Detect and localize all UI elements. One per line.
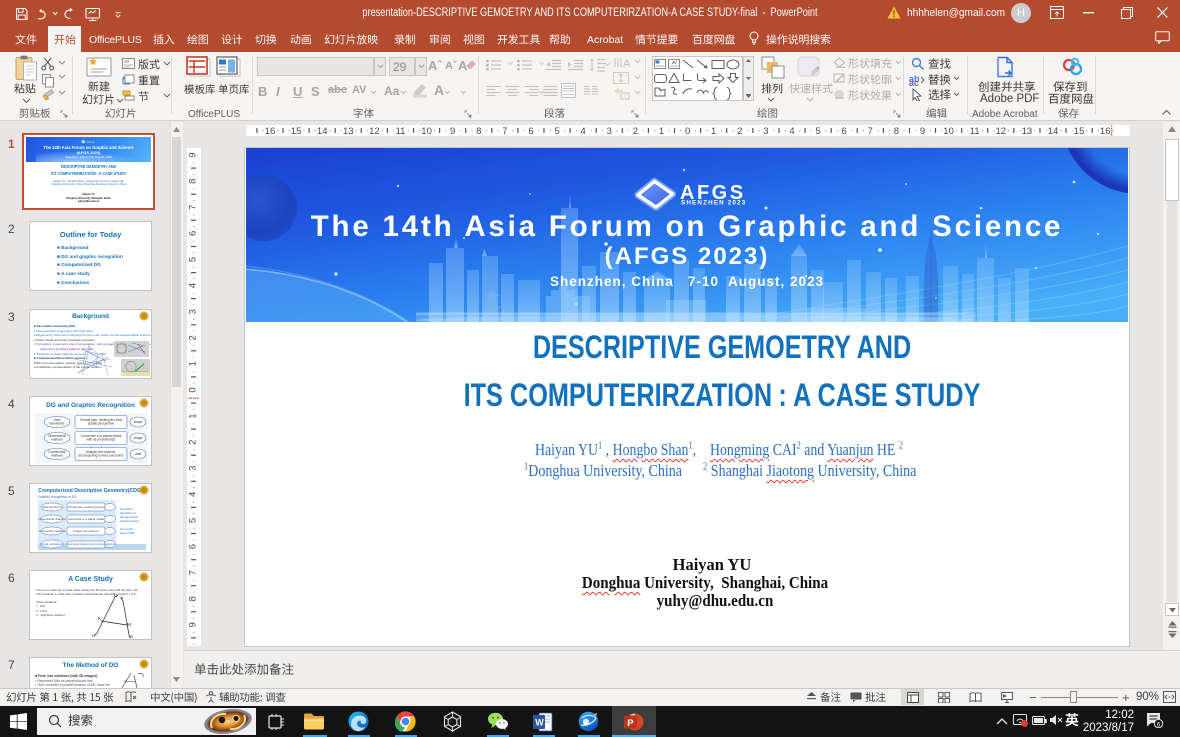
svg-text:1: 1 <box>188 361 199 366</box>
svg-text:16: 16 <box>1100 126 1111 136</box>
svg-text:14: 14 <box>1048 126 1059 136</box>
svg-text:15: 15 <box>1074 126 1085 136</box>
svg-text:3: 3 <box>188 309 199 314</box>
svg-text:11: 11 <box>395 126 405 136</box>
svg-text:A: A <box>623 58 631 69</box>
svg-text:4: 4 <box>188 492 199 497</box>
svg-text:M: M <box>127 622 131 627</box>
svg-text:2: 2 <box>188 440 199 445</box>
svg-text:3: 3 <box>763 126 768 136</box>
svg-text:2: 2 <box>188 335 199 340</box>
svg-text:4: 4 <box>789 126 794 136</box>
svg-text:0: 0 <box>188 387 199 392</box>
svg-text:Constructive relations: Constructive relations <box>39 529 66 533</box>
svg-text:B: B <box>130 634 133 639</box>
svg-text:4: 4 <box>188 283 199 288</box>
svg-text:3: 3 <box>606 126 611 136</box>
svg-text:Dimensional relations: Dimensional relations <box>39 517 66 521</box>
svg-text:shape: shape <box>134 420 143 424</box>
svg-text:2: 2 <box>737 126 742 136</box>
svg-text:6: 6 <box>188 231 199 236</box>
svg-text:Analyze the essence: Analyze the essence <box>73 529 99 533</box>
svg-text:K: K <box>98 616 102 621</box>
svg-text:9: 9 <box>450 126 455 136</box>
svg-text:1: 1 <box>188 413 199 418</box>
svg-text:4: 4 <box>580 126 585 136</box>
svg-text:10: 10 <box>421 126 432 136</box>
svg-text:transformation: transformation <box>120 519 140 523</box>
svg-text:13: 13 <box>343 126 354 136</box>
svg-text:View transforms: View transforms <box>42 505 63 509</box>
svg-text:9: 9 <box>188 622 199 627</box>
svg-text:W: W <box>535 718 544 728</box>
svg-text:7: 7 <box>867 126 872 136</box>
svg-text:8: 8 <box>188 179 199 184</box>
svg-text:16: 16 <box>265 126 276 136</box>
svg-text:A: A <box>120 595 124 600</box>
svg-text:6: 6 <box>1157 721 1161 728</box>
svg-text:8: 8 <box>476 126 481 136</box>
svg-text:6: 6 <box>188 544 199 549</box>
svg-text:Concretize to a planar media: Concretize to a planar media <box>68 517 104 521</box>
svg-text:algebra: algebra <box>105 542 115 546</box>
svg-text:7: 7 <box>502 126 507 136</box>
svg-text:P: P <box>627 718 634 729</box>
svg-text:with its proportion(s): with its proportion(s) <box>87 438 116 442</box>
svg-text:9: 9 <box>920 126 925 136</box>
svg-text:3: 3 <box>188 466 199 471</box>
svg-text:6: 6 <box>841 126 846 136</box>
svg-text:5: 5 <box>188 518 199 523</box>
svg-text:5: 5 <box>188 257 199 262</box>
svg-text:5: 5 <box>815 126 820 136</box>
svg-text:8: 8 <box>188 596 199 601</box>
svg-text:frame (DB): frame (DB) <box>120 531 135 535</box>
svg-text:decomposing to lines and point: decomposing to lines and points <box>78 454 124 458</box>
svg-text:draft: draft <box>135 452 141 456</box>
svg-text:5: 5 <box>554 126 559 136</box>
svg-text:6: 6 <box>528 126 533 136</box>
svg-text:spatial perspective: spatial perspective <box>88 422 115 426</box>
svg-text:Overall plan, seeking the best: Overall plan, seeking the best <box>68 505 105 509</box>
svg-text:14: 14 <box>317 126 328 136</box>
svg-text:7: 7 <box>188 205 199 210</box>
svg-text:1: 1 <box>659 126 664 136</box>
svg-text:Computer shapes and number: Computer shapes and number <box>67 542 105 546</box>
svg-text:transforms: transforms <box>49 422 64 426</box>
svg-text:2: 2 <box>633 126 638 136</box>
svg-text:C: C <box>92 633 95 638</box>
svg-text:12: 12 <box>995 126 1006 136</box>
svg-text:12: 12 <box>369 126 380 136</box>
svg-text:0: 0 <box>685 126 690 136</box>
svg-text:7: 7 <box>188 570 199 575</box>
svg-text:relations: relations <box>51 438 63 442</box>
svg-text:11: 11 <box>970 126 980 136</box>
svg-text:10: 10 <box>943 126 954 136</box>
svg-text:9: 9 <box>188 152 199 157</box>
svg-text:8: 8 <box>894 126 899 136</box>
svg-text:15: 15 <box>291 126 302 136</box>
svg-text:13: 13 <box>1021 126 1032 136</box>
svg-text:image: image <box>134 436 143 440</box>
svg-text:Digital calculations: Digital calculations <box>40 542 64 546</box>
svg-text:SHENZHEN 2023: SHENZHEN 2023 <box>681 200 746 207</box>
svg-text:relations: relations <box>51 454 63 458</box>
svg-text:1: 1 <box>711 126 716 136</box>
svg-text:ac: ac <box>909 78 919 86</box>
